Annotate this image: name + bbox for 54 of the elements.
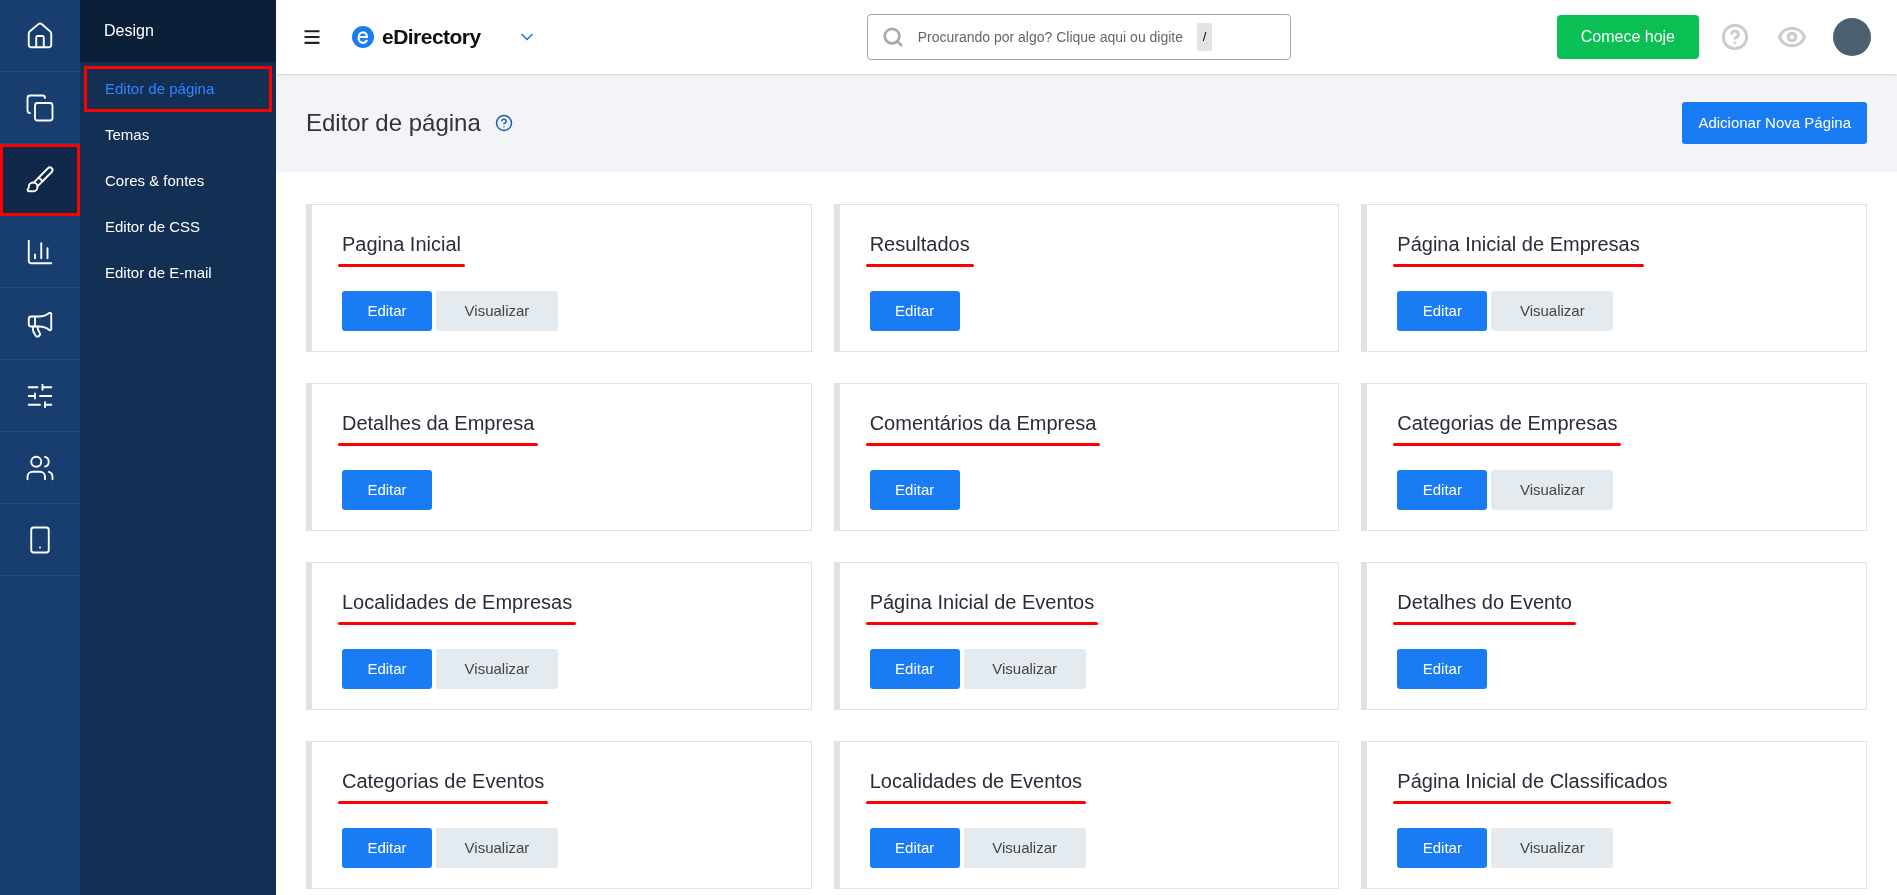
brush-icon — [25, 164, 55, 195]
submenu-item[interactable]: Editor de CSS — [84, 204, 272, 250]
card-title: Pagina Inicial — [342, 232, 461, 257]
preview-button[interactable]: Visualizar — [1491, 291, 1614, 331]
brand-name: eDirectory — [382, 24, 481, 51]
search-field[interactable]: Procurando por algo? Clique aqui ou digite / — [866, 14, 1291, 60]
card-title: Localidades de Eventos — [869, 769, 1083, 794]
preview-button[interactable]: Visualizar — [963, 649, 1086, 689]
preview-button[interactable]: Visualizar — [436, 649, 558, 689]
submenu-item[interactable]: Cores & fontes — [84, 158, 272, 204]
card-title: Detalhes da Empresa — [342, 411, 535, 436]
search-icon — [881, 26, 904, 48]
preview-button[interactable]: Visualizar — [436, 291, 558, 331]
card-title: Localidades de Empresas — [342, 590, 573, 615]
edit-button[interactable]: Editar — [1397, 291, 1488, 331]
start-button[interactable]: Comece hoje — [1556, 15, 1699, 59]
card-title: Resultados — [869, 232, 970, 257]
edit-button[interactable]: Editar — [342, 828, 432, 868]
submenu-title: Design — [104, 21, 154, 41]
edit-button[interactable]: Editar — [1397, 828, 1488, 868]
help-icon[interactable] — [494, 114, 513, 132]
search-input[interactable]: Procurando por algo? Clique aqui ou digite — [917, 26, 1183, 48]
edit-button[interactable]: Editar — [342, 470, 432, 510]
rail-button[interactable] — [0, 144, 80, 216]
card-title: Página Inicial de Eventos — [869, 590, 1095, 615]
edit-button[interactable]: Editar — [1397, 470, 1488, 510]
edit-button[interactable]: Editar — [342, 649, 432, 689]
preview-button[interactable]: Visualizar — [1491, 470, 1614, 510]
edit-button[interactable]: Editar — [869, 828, 960, 868]
edit-button[interactable]: Editar — [342, 291, 432, 331]
preview-button[interactable]: Visualizar — [963, 828, 1086, 868]
logo-icon — [352, 26, 374, 48]
page-title: Editor de página — [306, 108, 481, 138]
home-icon — [25, 20, 55, 51]
card-title: Página Inicial de Classificados — [1397, 769, 1668, 794]
shortcut-key: / — [1196, 23, 1213, 51]
submenu-item[interactable]: Temas — [84, 112, 272, 158]
card-title: Comentários da Empresa — [869, 411, 1097, 436]
card-title: Categorias de Eventos — [342, 769, 545, 794]
card-title: Detalhes do Evento — [1397, 590, 1572, 615]
submenu-item[interactable]: Editor de página — [84, 66, 272, 112]
documents-icon — [25, 92, 55, 123]
avatar[interactable] — [1833, 18, 1871, 56]
card-title: Página Inicial de Empresas — [1397, 232, 1640, 257]
edit-button[interactable]: Editar — [869, 470, 960, 510]
preview-button[interactable]: Visualizar — [1491, 828, 1614, 868]
preview-button[interactable]: Visualizar — [436, 828, 558, 868]
submenu-item[interactable]: Editor de E-mail — [84, 250, 272, 296]
edit-button[interactable]: Editar — [869, 291, 960, 331]
edit-button[interactable]: Editar — [1397, 649, 1488, 689]
add-page-button[interactable]: Adicionar Nova Página — [1682, 102, 1867, 144]
menu-icon[interactable] — [302, 27, 322, 47]
card-title: Categorias de Empresas — [1397, 411, 1618, 436]
edit-button[interactable]: Editar — [869, 649, 960, 689]
